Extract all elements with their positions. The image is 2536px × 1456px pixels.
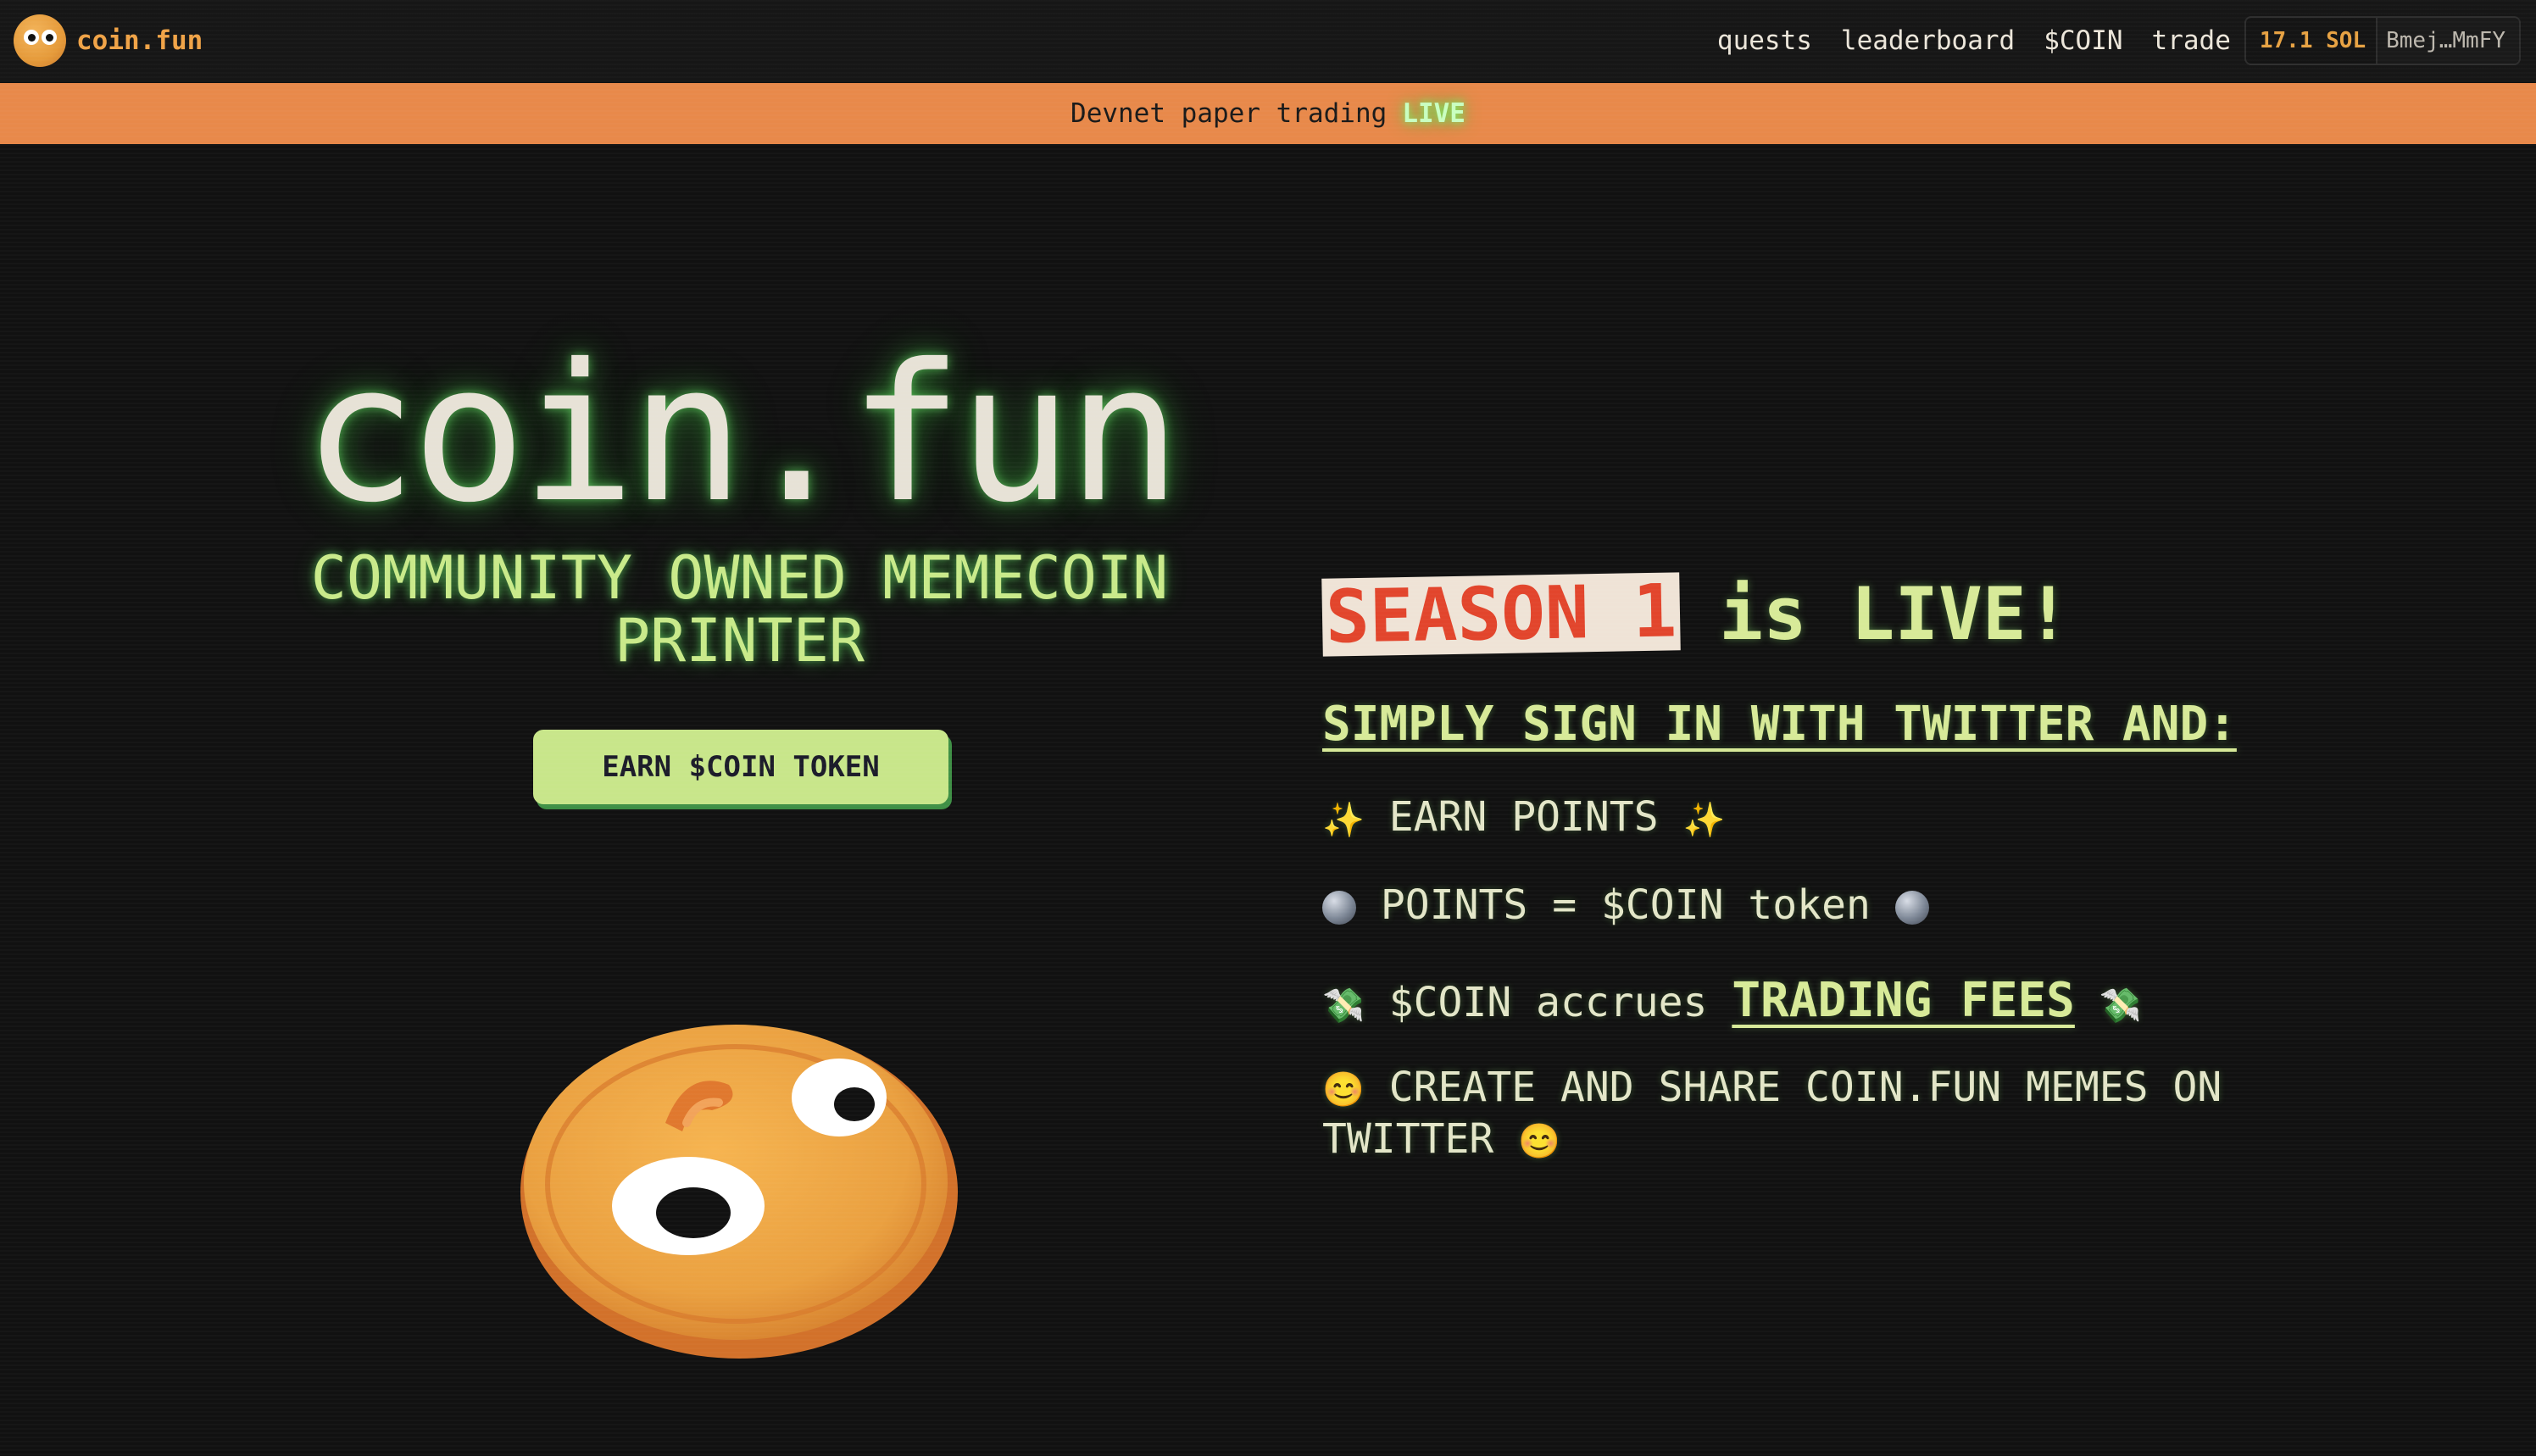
earn-points-line: ✨ EARN POINTS ✨ (1322, 793, 1725, 841)
accrues-text: $COIN accrues (1388, 979, 1708, 1026)
devnet-banner: Devnet paper trading LIVE (0, 83, 2536, 144)
nav-link-leaderboard[interactable]: leaderboard (1841, 25, 2015, 56)
nav-link-trade[interactable]: trade (2152, 25, 2231, 56)
coin-logo-icon (14, 14, 66, 67)
season-status: is LIVE! (1719, 572, 2071, 657)
smiling-face-icon: 😊 (1518, 1122, 1561, 1161)
money-wings-icon: 💸 (2099, 986, 2142, 1025)
wallet-button[interactable]: 17.1 SOL Bmej…MmFY (2244, 16, 2521, 65)
memes-line: 😊 CREATE AND SHARE COIN.FUN MEMES ON TWI… (1322, 1063, 2255, 1166)
nav-links: quests leaderboard $COIN trade 17.1 SOL … (1688, 16, 2521, 65)
memes-text: CREATE AND SHARE COIN.FUN MEMES ON TWITT… (1322, 1064, 2222, 1163)
sparkles-icon: ✨ (1682, 800, 1726, 840)
season-tag: SEASON 1 (1321, 569, 1681, 660)
wallet-address: Bmej…MmFY (2376, 18, 2519, 64)
season-heading: SEASON 1 is LIVE! (1321, 569, 2071, 660)
earn-points-text: EARN POINTS (1388, 793, 1659, 841)
top-nav: coin.fun quests leaderboard $COIN trade … (0, 0, 2536, 81)
points-coin-text: POINTS = $COIN token (1380, 881, 1871, 929)
banner-text: Devnet paper trading (1071, 98, 1388, 129)
trading-fees-link[interactable]: TRADING FEES (1732, 973, 2075, 1028)
signin-twitter-link[interactable]: SIMPLY SIGN IN WITH TWITTER AND: (1322, 697, 2237, 752)
money-wings-icon: 💸 (1322, 986, 1365, 1025)
brand-name: coin.fun (76, 25, 203, 56)
wallet-balance: 17.1 SOL (2259, 28, 2366, 53)
brand-home-link[interactable]: coin.fun (14, 14, 203, 67)
globe-icon (1322, 891, 1356, 925)
coin-mascot-icon (520, 1025, 958, 1359)
sparkles-icon: ✨ (1322, 800, 1365, 840)
nav-link-quests[interactable]: quests (1717, 25, 1812, 56)
live-badge: LIVE (1402, 98, 1465, 129)
smiling-face-icon: 😊 (1322, 1070, 1365, 1109)
trading-fees-line: 💸 $COIN accrues TRADING FEES 💸 (1322, 973, 2142, 1028)
nav-link-coin[interactable]: $COIN (2044, 25, 2122, 56)
points-coin-line: POINTS = $COIN token (1322, 881, 1929, 929)
hero-subtitle: COMMUNITY OWNED MEMECOIN PRINTER (310, 543, 1169, 675)
earn-coin-token-button[interactable]: EARN $COIN TOKEN (533, 730, 948, 804)
globe-icon (1894, 891, 1929, 925)
hero-title: coin.fun (303, 323, 1182, 544)
